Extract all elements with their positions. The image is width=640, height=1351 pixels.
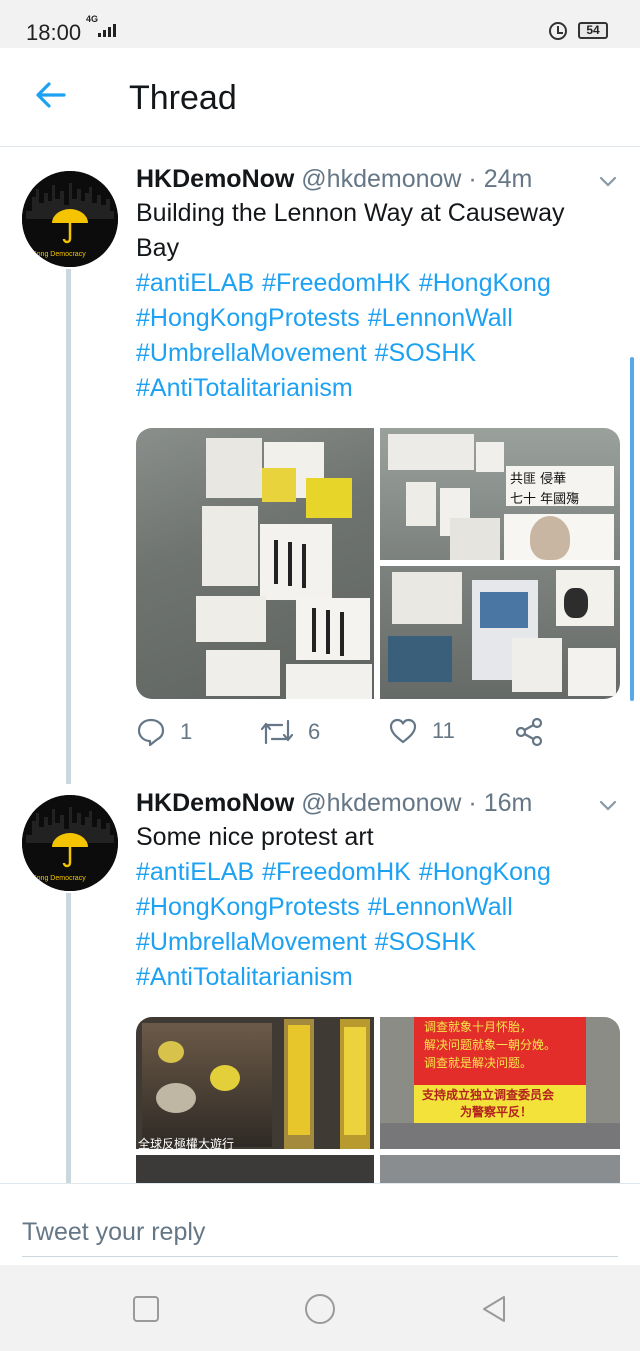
avatar-caption: Kong Democracy [32,875,86,882]
scrollbar[interactable] [630,357,634,701]
tweet-actions: 1 6 11 [136,717,616,757]
reply-count: 1 [180,719,193,744]
display-name[interactable]: HKDemoNow [136,789,294,817]
red-sign-line: 调查就象十月怀胎， [424,1020,533,1034]
status-bar: 18:00 4G 54 [0,0,640,48]
tweet[interactable]: Kong Democracy HKDemoNow @hkdemonow · 24… [0,147,640,767]
share-button[interactable] [514,717,544,747]
hashtag-link[interactable]: #antiELAB [136,858,254,886]
avatar[interactable]: Kong Democracy [22,171,118,267]
hashtag-link[interactable]: #FreedomHK [262,269,411,297]
photo-banner-text: 共匪 侵華 [510,472,567,487]
hashtag-link[interactable]: #FreedomHK [262,858,411,886]
hashtag-link[interactable]: #SOSHK [375,928,476,956]
red-sign-line: 解决问题就象一朝分娩。 [424,1038,557,1052]
like-button[interactable]: 11 [388,717,455,745]
hashtag-link[interactable]: #UmbrellaMovement [136,339,367,367]
network-type: 4G [86,14,99,24]
tweet-photo[interactable] [136,428,374,699]
avatar[interactable]: Kong Democracy [22,795,118,891]
hashtag-link[interactable]: #HongKong [419,269,551,297]
hashtag-link[interactable]: #HongKongProtests [136,304,360,332]
hashtag-link[interactable]: #antiELAB [136,269,254,297]
hashtag-link[interactable]: #LennonWall [368,893,513,921]
hashtag-list: #antiELAB #FreedomHK #HongKong #HongKongPr… [136,855,616,995]
share-icon [515,717,543,747]
red-sign-line: 调查就是解决问题。 [424,1056,533,1070]
thread-feed[interactable]: Kong Democracy HKDemoNow @hkdemonow · 24… [0,147,640,1183]
battery-icon: 54 [578,22,608,39]
reply-button[interactable]: 1 [136,717,192,747]
avatar-caption: Kong Democracy [32,251,86,258]
tweet-text: Building the Lennon Way at Causeway Bay [136,199,565,262]
tweet-header: HKDemoNow @hkdemonow · 24m [136,165,532,194]
arrow-left-icon[interactable] [34,78,68,112]
retweet-button[interactable]: 6 [260,717,320,747]
tweet[interactable]: Kong Democracy HKDemoNow @hkdemonow · 16… [0,771,640,1183]
system-nav-bar [0,1265,640,1351]
tweet-photo[interactable]: 共匪 侵華 七十 年國殤 [380,428,620,560]
reply-bar [0,1183,640,1266]
reply-icon [137,718,165,747]
yellow-sign-line: 为警察平反！ [460,1105,533,1119]
heart-icon [389,718,417,744]
reply-input[interactable] [22,1208,618,1257]
screen: 18:00 4G 54 Thread Kong Democracy HKDemo… [0,0,640,1351]
hashtag-link[interactable]: #AntiTotalitarianism [136,963,353,991]
hashtag-link[interactable]: #HongKongProtests [136,893,360,921]
tweet-photo[interactable]: 全球反極權大遊行 [136,1017,374,1149]
hashtag-link[interactable]: #SOSHK [375,339,476,367]
status-time: 18:00 [26,20,82,45]
home-icon[interactable] [304,1293,336,1325]
display-name[interactable]: HKDemoNow [136,165,294,193]
chevron-down-icon[interactable] [598,175,618,189]
tweet-text: Some nice protest art [136,823,374,851]
hashtag-link[interactable]: #UmbrellaMovement [136,928,367,956]
tweet-media-grid: 全球反極權大遊行 调查就象十月怀胎， 解决问题就象一朝分娩。 调查就是解决问题。… [136,1017,620,1183]
page-title: Thread [129,79,237,117]
tweet-media-grid: 共匪 侵華 七十 年國殤 [136,428,620,699]
alarm-icon [549,22,567,40]
retweet-icon [260,719,294,745]
tweet-photo[interactable] [380,1155,620,1183]
yellow-sign-line: 支持成立独立调查委员会 [422,1088,555,1102]
hashtag-link[interactable]: #LennonWall [368,304,513,332]
hashtag-list: #antiELAB #FreedomHK #HongKong #HongKongPr… [136,266,616,406]
tweet-photo[interactable] [136,1155,374,1183]
tweet-header: HKDemoNow @hkdemonow · 16m [136,789,532,818]
like-count: 11 [432,718,455,743]
tweet-meta: @hkdemonow · 24m [301,165,533,193]
retweet-count: 6 [308,719,321,744]
tweet-photo[interactable]: 调查就象十月怀胎， 解决问题就象一朝分娩。 调查就是解决问题。 支持成立独立调查… [380,1017,620,1149]
recent-apps-icon[interactable] [131,1294,161,1324]
hashtag-link[interactable]: #HongKong [419,858,551,886]
tweet-photo[interactable] [380,566,620,699]
photo-banner-text: 七十 年國殤 [510,492,580,507]
header: Thread [0,48,640,147]
chevron-down-icon[interactable] [598,799,618,813]
back-triangle-icon[interactable] [479,1294,509,1324]
hashtag-link[interactable]: #AntiTotalitarianism [136,374,353,402]
tweet-meta: @hkdemonow · 16m [301,789,533,817]
photo-caption: 全球反極權大遊行 [138,1137,235,1149]
signal-icon [98,24,116,37]
